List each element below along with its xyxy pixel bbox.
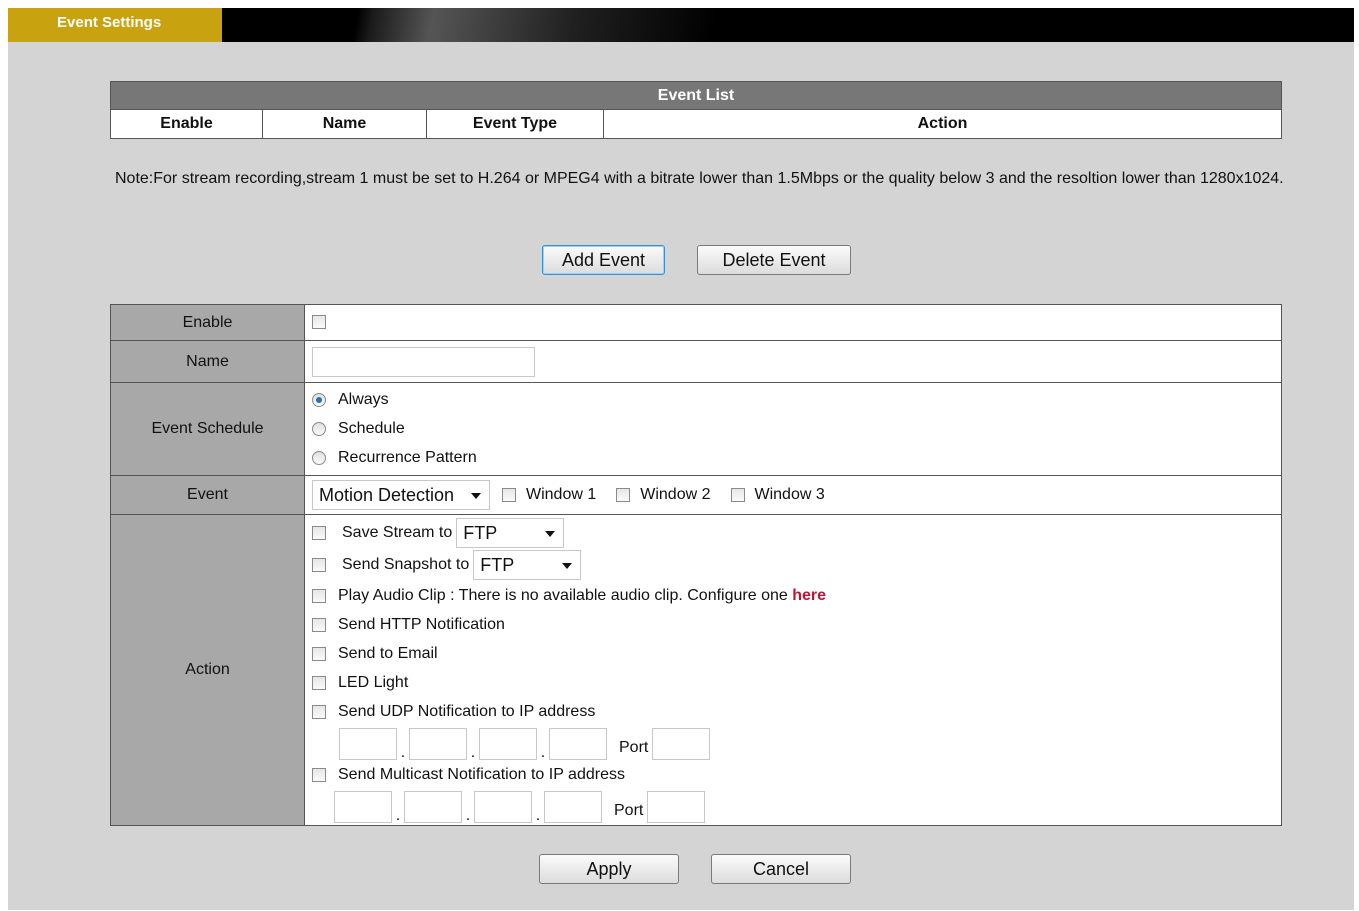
schedule-always-radio[interactable] xyxy=(312,393,326,407)
schedule-recurrence-radio[interactable] xyxy=(312,451,326,465)
udp-notification-label: Send UDP Notification to IP address xyxy=(338,702,596,720)
schedule-schedule-radio[interactable] xyxy=(312,422,326,436)
chevron-down-icon xyxy=(562,563,573,569)
multicast-ip-octet-4[interactable] xyxy=(544,791,602,823)
save-stream-label: Save Stream to xyxy=(342,524,453,541)
send-snapshot-label: Send Snapshot to xyxy=(342,556,470,573)
multicast-notification-checkbox[interactable] xyxy=(312,767,326,782)
udp-ip-octet-1[interactable] xyxy=(339,728,397,760)
event-type-value: Motion Detection xyxy=(319,485,455,505)
send-email-label: Send to Email xyxy=(338,644,438,662)
event-label: Event xyxy=(110,475,305,515)
apply-button[interactable]: Apply xyxy=(539,854,679,884)
save-stream-target-value: FTP xyxy=(463,523,498,543)
name-label: Name xyxy=(110,340,305,383)
send-snapshot-checkbox[interactable] xyxy=(312,558,326,572)
led-light-label: LED Light xyxy=(338,673,409,691)
udp-port-label: Port xyxy=(619,739,649,756)
event-list-caption: Event List xyxy=(110,81,1282,110)
column-event-type: Event Type xyxy=(426,109,604,139)
stream-recording-note: Note:For stream recording,stream 1 must … xyxy=(115,170,1284,187)
event-form: Enable Name Event Schedule Always Schedu… xyxy=(110,304,1282,826)
event-settings-panel: Event Settings Event List Enable Name Ev… xyxy=(8,8,1354,910)
udp-port-input[interactable] xyxy=(652,728,711,760)
tab-label: Event Settings xyxy=(57,14,162,31)
http-notification-label: Send HTTP Notification xyxy=(338,615,505,633)
chevron-down-icon xyxy=(545,531,556,537)
window-3-label: Window 3 xyxy=(754,486,825,503)
udp-ip-octet-2[interactable] xyxy=(409,728,467,760)
column-action: Action xyxy=(603,109,1282,139)
window-1-checkbox[interactable] xyxy=(502,488,516,502)
add-event-button[interactable]: Add Event xyxy=(542,245,665,275)
play-audio-label: Play Audio Clip : There is no available … xyxy=(338,586,788,604)
title-bar: Event Settings xyxy=(8,8,1354,42)
delete-event-button[interactable]: Delete Event xyxy=(697,245,851,275)
multicast-port-label: Port xyxy=(614,802,644,819)
schedule-recurrence-label: Recurrence Pattern xyxy=(338,449,477,466)
event-list-table: Event List Enable Name Event Type Action xyxy=(110,81,1282,139)
cancel-button[interactable]: Cancel xyxy=(711,854,851,884)
action-label: Action xyxy=(110,514,305,826)
column-enable: Enable xyxy=(110,109,263,139)
multicast-port-input[interactable] xyxy=(647,791,706,823)
multicast-ip-octet-2[interactable] xyxy=(404,791,462,823)
name-input[interactable] xyxy=(312,346,535,377)
save-stream-target-select[interactable]: FTP xyxy=(456,518,565,548)
send-email-checkbox[interactable] xyxy=(312,646,326,661)
enable-label: Enable xyxy=(110,304,305,341)
enable-checkbox[interactable] xyxy=(312,315,326,330)
configure-audio-link[interactable]: here xyxy=(792,587,826,605)
send-snapshot-target-value: FTP xyxy=(480,555,515,575)
multicast-ip-fields: . . . Port xyxy=(312,789,1281,824)
play-audio-checkbox[interactable] xyxy=(312,588,326,603)
window-2-label: Window 2 xyxy=(640,486,711,503)
chevron-down-icon xyxy=(471,493,481,499)
window-1-label: Window 1 xyxy=(526,486,597,503)
event-schedule-label: Event Schedule xyxy=(110,382,305,476)
led-light-checkbox[interactable] xyxy=(312,675,326,690)
multicast-notification-label: Send Multicast Notification to IP addres… xyxy=(338,765,625,783)
multicast-ip-octet-3[interactable] xyxy=(474,791,532,823)
udp-ip-fields: . . . Port xyxy=(312,726,1281,761)
send-snapshot-target-select[interactable]: FTP xyxy=(473,550,582,580)
column-name: Name xyxy=(262,109,427,139)
udp-notification-checkbox[interactable] xyxy=(312,704,326,719)
schedule-schedule-label: Schedule xyxy=(338,420,405,437)
udp-ip-octet-3[interactable] xyxy=(479,728,537,760)
save-stream-checkbox[interactable] xyxy=(312,526,326,540)
event-type-select[interactable]: Motion Detection xyxy=(312,480,490,510)
tab-event-settings[interactable]: Event Settings xyxy=(8,8,222,42)
window-3-checkbox[interactable] xyxy=(730,488,745,502)
window-2-checkbox[interactable] xyxy=(616,488,631,502)
multicast-ip-octet-1[interactable] xyxy=(334,791,392,823)
http-notification-checkbox[interactable] xyxy=(312,617,326,632)
schedule-always-label: Always xyxy=(338,391,389,408)
udp-ip-octet-4[interactable] xyxy=(549,728,607,760)
